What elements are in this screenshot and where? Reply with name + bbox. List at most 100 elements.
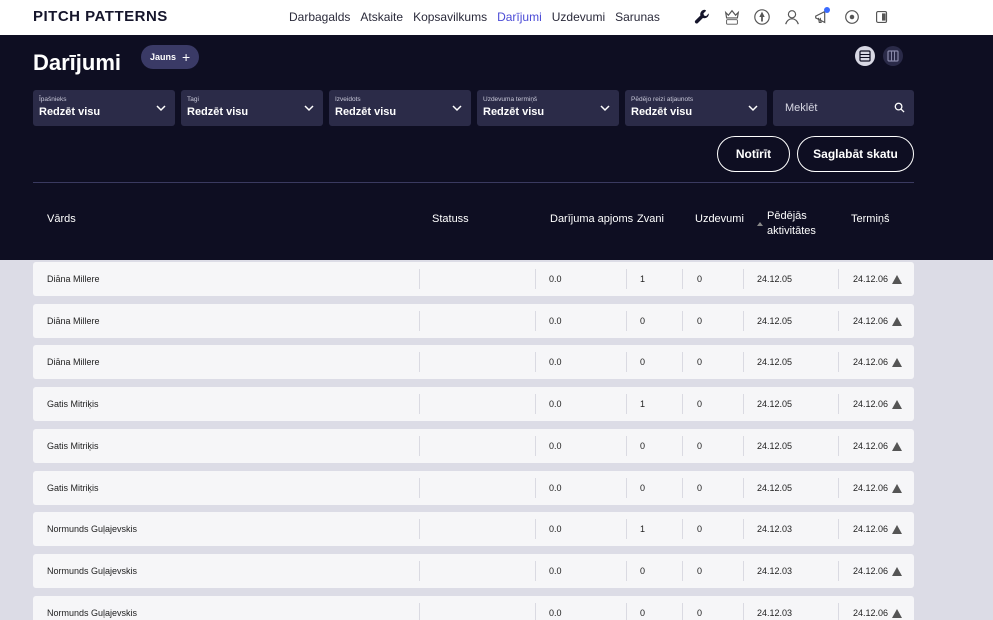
notification-dot (824, 7, 830, 13)
cell-tasks-text: 0 (697, 608, 703, 618)
cell-amount: 0.0 (549, 345, 562, 379)
cell-divider (419, 519, 420, 539)
cell-name-text: Gatis Mitriķis (47, 399, 99, 409)
filter-created[interactable]: Izveidots Redzēt visu (329, 90, 471, 126)
search-placeholder: Meklēt (785, 102, 818, 114)
nav-darbagalds[interactable]: Darbagalds (289, 10, 350, 24)
cell-amount-text: 0.0 (549, 441, 562, 451)
cell-amount-text: 0.0 (549, 357, 562, 367)
cell-divider (682, 561, 683, 581)
filter-tags[interactable]: Tagi Redzēt visu (181, 90, 323, 126)
column-header-calls[interactable]: Zvani (637, 213, 664, 225)
cell-divider (743, 561, 744, 581)
cell-calls: 1 (640, 512, 645, 546)
cell-divider (419, 603, 420, 620)
cell-tasks-text: 0 (697, 483, 703, 493)
rocket-icon[interactable] (748, 5, 776, 29)
coach-icon[interactable] (778, 5, 806, 29)
announce-icon[interactable] (808, 5, 836, 29)
table-row[interactable]: Normunds Guļajevskis 0.0 0 0 24.12.03 24.12.0… (33, 554, 914, 588)
cell-last-text: 24.12.03 (757, 608, 793, 618)
column-header-tasks[interactable]: Uzdevumi (695, 213, 744, 225)
table-row[interactable]: Normunds Guļajevskis 0.0 1 0 24.12.03 24.12.0… (33, 512, 914, 546)
chevron-down-icon (600, 105, 610, 112)
column-header-last-activity-line2[interactable]: aktivitātes (767, 225, 816, 237)
save-view-button[interactable]: Saglabāt skatu (797, 136, 914, 172)
cell-divider (682, 603, 683, 620)
cell-divider (626, 603, 627, 620)
chevron-down-icon (304, 105, 314, 112)
cell-deadline-text: 24.12.06 (853, 316, 889, 326)
table-row[interactable]: Diāna Millere 0.0 0 0 24.12.05 24.12.06 (33, 304, 914, 338)
wrench-icon[interactable] (688, 5, 716, 29)
cell-divider (743, 519, 744, 539)
filter-last-updated[interactable]: Pēdējo reizi atjaunots Redzēt visu (625, 90, 767, 126)
cell-deadline-text: 24.12.06 (853, 566, 889, 576)
warning-icon (892, 274, 903, 284)
cell-last: 24.12.05 (757, 429, 792, 463)
cell-tasks: 0 (697, 304, 702, 338)
column-header-name[interactable]: Vārds (47, 213, 76, 225)
live-crown-icon[interactable] (718, 5, 746, 29)
settings-icon[interactable] (838, 5, 866, 29)
nav-sarunas[interactable]: Sarunas (615, 10, 660, 24)
new-deal-button[interactable]: Jauns + (141, 45, 199, 69)
cell-name-text: Normunds Guļajevskis (47, 608, 138, 618)
cell-tasks: 0 (697, 262, 702, 296)
table-row[interactable]: Normunds Guļajevskis 0.0 0 0 24.12.03 24.12.0… (33, 596, 914, 620)
column-header-deadline[interactable]: Termiņš (851, 213, 890, 225)
cell-divider (626, 311, 627, 331)
nav-kopsavilkums[interactable]: Kopsavilkums (413, 10, 487, 24)
warning-icon (892, 524, 903, 534)
column-header-amount[interactable]: Darījuma apjoms (550, 213, 633, 225)
chevron-down-icon (748, 105, 758, 112)
table-row[interactable]: Gatis Mitriķis 0.0 1 0 24.12.05 24.12.06 (33, 387, 914, 421)
board-view-icon[interactable] (883, 46, 903, 66)
cell-divider (535, 436, 536, 456)
filter-task-deadline[interactable]: Uzdevuma termiņš Redzēt visu (477, 90, 619, 126)
nav-darijumi[interactable]: Darījumi (497, 10, 542, 24)
cell-calls-text: 0 (640, 316, 646, 326)
cell-deadline-text: 24.12.06 (853, 483, 889, 493)
nav-uzdevumi[interactable]: Uzdevumi (552, 10, 605, 24)
cell-calls-text: 0 (640, 608, 646, 618)
table-row[interactable]: Gatis Mitriķis 0.0 0 0 24.12.05 24.12.06 (33, 471, 914, 505)
cell-deadline: 24.12.06 (853, 387, 903, 421)
cell-calls-text: 0 (640, 357, 646, 367)
column-header-last-activity-line1[interactable]: Pēdējās (767, 210, 807, 222)
cell-name: Normunds Guļajevskis (47, 554, 137, 588)
cell-divider (626, 394, 627, 414)
cell-calls: 1 (640, 262, 645, 296)
plus-icon: + (182, 49, 191, 65)
cell-deadline-text: 24.12.06 (853, 441, 889, 451)
cell-amount-text: 0.0 (549, 483, 562, 493)
cell-divider (743, 436, 744, 456)
cell-deadline-text: 24.12.06 (853, 357, 889, 367)
cell-amount: 0.0 (549, 262, 562, 296)
cell-name-text: Diāna Millere (47, 357, 100, 367)
search-input[interactable]: Meklēt (773, 90, 914, 126)
cell-tasks-text: 0 (697, 316, 703, 326)
cell-name-text: Gatis Mitriķis (47, 441, 99, 451)
cell-amount-text: 0.0 (549, 608, 562, 618)
filter-tags-value: Redzēt visu (187, 106, 249, 118)
cell-calls: 0 (640, 596, 645, 620)
table-row[interactable]: Diāna Millere 0.0 0 0 24.12.05 24.12.06 (33, 345, 914, 379)
table-row[interactable]: Gatis Mitriķis 0.0 0 0 24.12.05 24.12.06 (33, 429, 914, 463)
cell-divider (682, 394, 683, 414)
nav-atskaite[interactable]: Atskaite (360, 10, 403, 24)
filter-owner[interactable]: Īpašnieks Redzēt visu (33, 90, 175, 126)
exit-icon[interactable] (868, 5, 896, 29)
clear-button[interactable]: Notīrīt (717, 136, 790, 172)
cell-divider (838, 352, 839, 372)
cell-tasks-text: 0 (697, 566, 703, 576)
list-view-icon[interactable] (855, 46, 875, 66)
cell-last-text: 24.12.05 (757, 274, 793, 284)
cell-divider (682, 478, 683, 498)
sort-ascending-icon[interactable] (757, 222, 763, 226)
brand-logo[interactable]: PITCH PATTERNS (33, 8, 168, 25)
table-row[interactable]: Diāna Millere 0.0 1 0 24.12.05 24.12.06 (33, 262, 914, 296)
cell-divider (838, 269, 839, 289)
cell-calls-text: 1 (640, 399, 646, 409)
column-header-status[interactable]: Statuss (432, 213, 469, 225)
